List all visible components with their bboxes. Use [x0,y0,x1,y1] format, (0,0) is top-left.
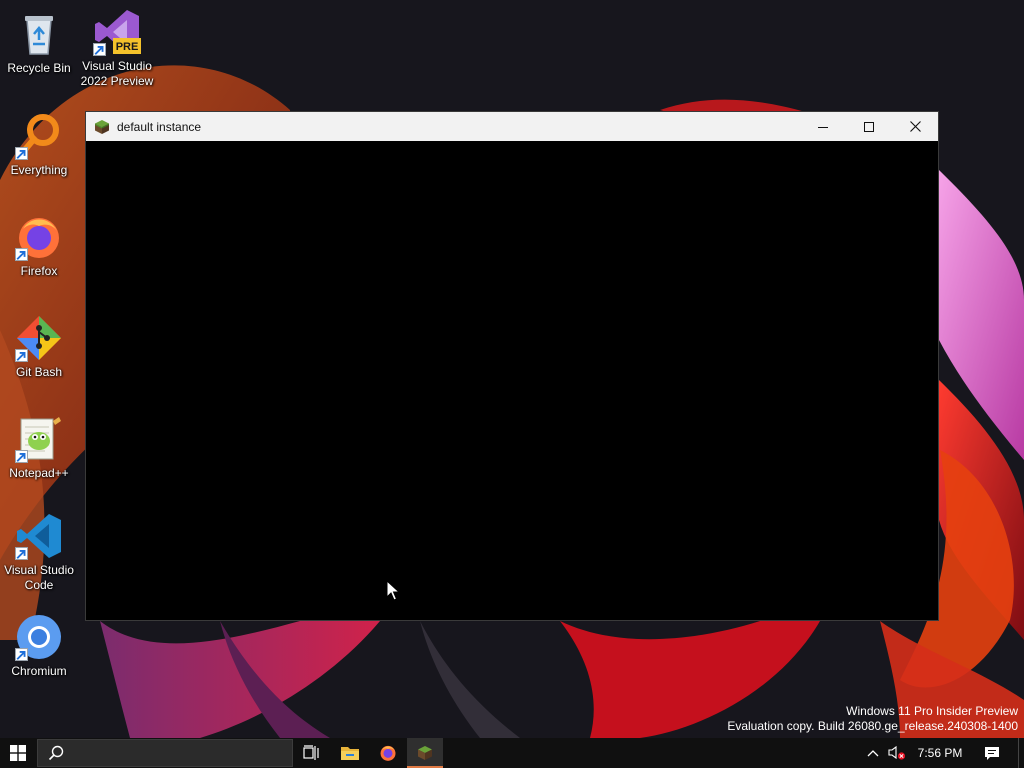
action-center-button[interactable] [976,738,1008,768]
shortcut-arrow-icon [15,147,28,160]
close-button[interactable] [892,112,938,141]
taskbar: 7:56 PM [0,738,1024,768]
mouse-cursor-icon [386,580,400,601]
taskbar-search-box[interactable] [37,739,293,767]
search-icon [48,745,64,761]
minecraft-grass-block-icon [95,119,109,134]
volume-button[interactable] [884,738,910,768]
minecraft-icon [418,746,432,760]
desktop-icon-recycle-bin[interactable]: Recycle Bin [0,10,78,76]
chromium-icon [15,613,63,661]
desktop-icon-chromium[interactable]: Chromium [0,613,78,679]
visual-studio-preview-icon: PRE [93,8,141,56]
shortcut-arrow-icon [15,349,28,362]
watermark-line-edition: Windows 11 Pro Insider Preview [846,704,1018,718]
everything-search-icon [15,112,63,160]
shortcut-arrow-icon [93,43,106,56]
file-explorer-icon [341,747,359,760]
git-bash-icon [15,314,63,362]
svg-text:PRE: PRE [116,41,139,53]
notification-icon [985,747,999,760]
shortcut-arrow-icon [15,648,28,661]
show-desktop-button[interactable] [1018,738,1024,768]
taskbar-clock[interactable]: 7:56 PM [912,738,968,768]
task-view-icon [303,745,319,760]
minimize-button[interactable] [800,112,846,141]
shortcut-arrow-icon [15,248,28,261]
maximize-icon [864,121,874,132]
vscode-icon [15,512,63,560]
notepad-plus-plus-icon [15,415,63,463]
window-titlebar[interactable]: default instance [86,112,938,141]
chevron-up-icon [867,750,879,757]
show-hidden-icons-button[interactable] [862,738,884,768]
minimize-icon [818,126,828,128]
windows-start-icon [10,745,26,761]
taskbar-firefox[interactable] [370,738,406,768]
watermark-line-build: Evaluation copy. Build 26080.ge_release.… [727,719,1018,733]
desktop-icon-everything[interactable]: Everything [0,112,78,178]
desktop-icon-firefox[interactable]: Firefox [0,213,78,279]
desktop-icon-vscode[interactable]: Visual Studio Code [0,512,78,593]
recycle-bin-icon [15,10,63,58]
firefox-icon [15,213,63,261]
task-view-button[interactable] [295,738,329,768]
desktop: Recycle Bin PRE Visual Studio 2022 Previ… [0,0,1024,768]
desktop-icon-label: Recycle Bin [7,61,71,75]
desktop-icon-notepad-plus-plus[interactable]: Notepad++ [0,415,78,481]
start-button[interactable] [0,738,36,768]
shortcut-arrow-icon [15,547,28,560]
desktop-icon-label: Visual Studio 2022 Preview [80,59,154,88]
volume-muted-icon [888,745,906,760]
window-title: default instance [117,119,202,134]
taskbar-minecraft-instance[interactable] [407,738,443,768]
shortcut-arrow-icon [15,450,28,463]
desktop-icon-git-bash[interactable]: Git Bash [0,314,78,380]
desktop-icon-label: Visual Studio Code [4,563,74,592]
close-icon [909,121,921,132]
window-client-area[interactable] [86,141,938,620]
taskbar-file-explorer[interactable] [332,738,368,768]
maximize-button[interactable] [846,112,892,141]
desktop-icon-visual-studio-preview[interactable]: PRE Visual Studio 2022 Preview [78,8,156,89]
app-window[interactable]: default instance [85,111,939,621]
windows-watermark: Windows 11 Pro Insider Preview Evaluatio… [727,704,1018,734]
firefox-icon [380,745,396,761]
